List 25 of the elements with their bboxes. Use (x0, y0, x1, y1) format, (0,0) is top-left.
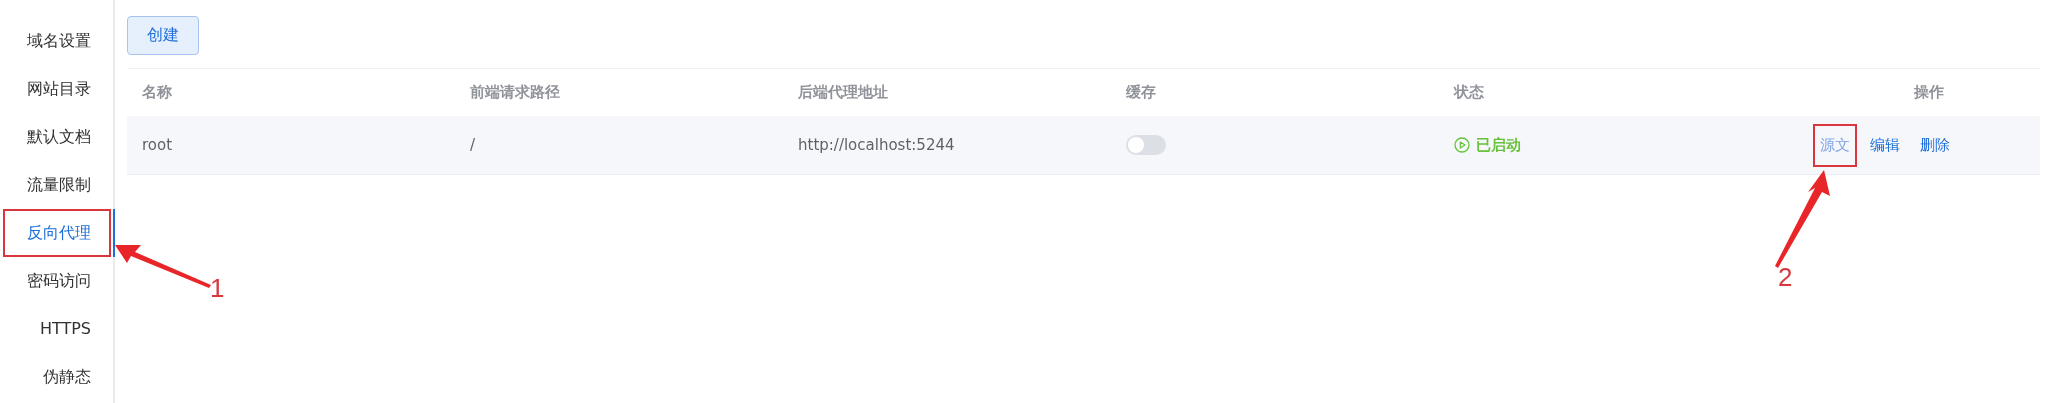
sidebar-item[interactable]: 伪静态 (0, 353, 113, 401)
sidebar-item[interactable]: 默认文档 (0, 113, 113, 161)
table-cell: root (142, 136, 173, 154)
callout-number: 2 (1778, 261, 1793, 293)
sidebar-item[interactable]: 域名设置 (0, 17, 113, 65)
sidebar-item[interactable]: 密码访问 (0, 257, 113, 305)
table-cell: / (470, 136, 476, 154)
action-link[interactable]: 编辑 (1864, 125, 1906, 165)
cache-toggle[interactable] (1126, 135, 1166, 155)
status-text: 已启动 (1476, 135, 1521, 155)
create-button[interactable]: 创建 (127, 16, 199, 55)
column-header: 状态 (1452, 83, 1485, 102)
sidebar-item[interactable]: HTTPS (0, 305, 113, 353)
column-header: 前端请求路径 (469, 83, 561, 102)
table-cell: http://localhost:5244 (798, 136, 955, 154)
column-header: 后端代理地址 (797, 83, 889, 102)
sidebar-item[interactable]: 网站目录 (0, 65, 113, 113)
callout-number: 1 (210, 273, 225, 304)
highlight-box (1813, 123, 1857, 167)
column-header: 名称 (141, 83, 173, 102)
column-header: 操作 (1913, 83, 1945, 102)
column-header: 缓存 (1125, 83, 1157, 102)
sidebar-item[interactable]: 流量限制 (0, 161, 113, 209)
sidebar-item[interactable]: 反向代理 (0, 209, 115, 257)
action-link[interactable]: 删除 (1914, 125, 1956, 165)
